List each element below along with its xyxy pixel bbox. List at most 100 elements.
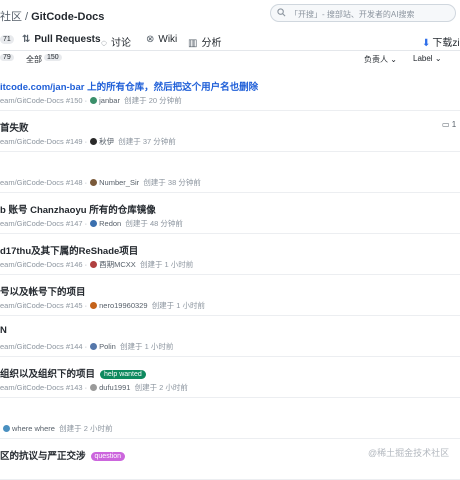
- issue-title[interactable]: d17thu及其下属的ReShade项目: [0, 243, 138, 257]
- issue-row[interactable]: 组织以及组织下的项目 help wanted eam/GitCode-Docs #1…: [0, 357, 460, 398]
- issue-created-time: 创建于 48 分钟前: [125, 219, 183, 228]
- filter-bar: 79 全部 150 负责人 ⌄ Label ⌄: [0, 52, 460, 68]
- tab-pull-requests-label: Pull Requests: [34, 34, 101, 45]
- issue-created-time: 创建于 2 小时前: [59, 424, 113, 433]
- issue-author[interactable]: 酉期MCXX: [99, 260, 136, 269]
- issue-title-text[interactable]: 区的抗议与严正交涉: [0, 451, 86, 462]
- issue-title-text[interactable]: N: [0, 325, 7, 336]
- issue-title[interactable]: itcode.com/jan-bar 上的所有仓库，然后把这个用户名也删除: [0, 79, 258, 93]
- issue-meta: eam/GitCode-Docs #148 · Number_Sir 创建于 38…: [0, 177, 201, 188]
- avatar: [90, 302, 98, 309]
- issue-meta: eam/GitCode-Docs #147 · Redon 创建于 48 分钟前: [0, 218, 183, 229]
- chevron-down-icon: ⌄: [434, 54, 442, 63]
- filter-all[interactable]: 全部: [26, 54, 42, 65]
- issue-ref: eam/GitCode-Docs #148 ·: [0, 178, 88, 187]
- issue-created-time: 创建于 20 分钟前: [124, 96, 182, 105]
- issue-ref: eam/GitCode-Docs #145 ·: [0, 301, 88, 310]
- avatar: [90, 179, 98, 186]
- label-dropdown[interactable]: Label ⌄: [413, 54, 442, 63]
- issue-meta: eam/GitCode-Docs #150 · janbar 创建于 20 分钟前: [0, 95, 182, 106]
- chevron-down-icon: ⌄: [390, 55, 397, 64]
- issue-title-text[interactable]: b 账号 Chanzhaoyu 所有的仓库镜像: [0, 205, 156, 216]
- issue-title-text[interactable]: 组织以及组织下的项目: [0, 369, 95, 380]
- issue-row[interactable]: 首失败 eam/GitCode-Docs #149 · 秋伊 创建于 37 分钟前 ▭…: [0, 111, 460, 152]
- issue-row[interactable]: d17thu及其下属的ReShade项目 eam/GitCode-Docs #14…: [0, 234, 460, 275]
- issue-title-text[interactable]: itcode.com/jan-bar 上的所有仓库，然后把这个用户名也删除: [0, 82, 258, 93]
- breadcrumb-org[interactable]: 社区: [0, 11, 22, 23]
- issue-row[interactable]: b 账号 Chanzhaoyu 所有的仓库镜像 eam/GitCode-Docs …: [0, 193, 460, 234]
- breadcrumb-repo[interactable]: GitCode-Docs: [31, 11, 104, 23]
- issue-row[interactable]: where where 创建于 2 小时前: [0, 398, 460, 439]
- issue-label-badge[interactable]: help wanted: [100, 370, 146, 379]
- issue-author[interactable]: nero19960329: [99, 301, 147, 310]
- tab-discussions-label: 讨论: [110, 38, 131, 49]
- tab-wiki-label: Wiki: [158, 34, 178, 45]
- repo-tabs: 71 ⇅ Pull Requests ◌ 讨论 ⊗ Wiki ▥ 分析: [0, 30, 460, 51]
- issue-meta: eam/GitCode-Docs #149 · 秋伊 创建于 37 分钟前: [0, 136, 176, 147]
- top-bar: 社区 / GitCode-Docs 「开搜」- 搜部站、开发者的AI搜索: [0, 0, 460, 28]
- issue-title-text[interactable]: d17thu及其下属的ReShade项目: [0, 246, 138, 257]
- download-icon: ⬇: [422, 38, 431, 49]
- pull-request-icon: ⇅: [22, 34, 31, 45]
- comment-count[interactable]: ▭ 1: [442, 120, 456, 129]
- avatar: [90, 220, 98, 227]
- tab-wiki[interactable]: ⊗ Wiki: [146, 34, 177, 45]
- issue-ref: eam/GitCode-Docs #150 ·: [0, 96, 88, 105]
- issue-author[interactable]: janbar: [99, 96, 120, 105]
- issue-row[interactable]: itcode.com/jan-bar 上的所有仓库，然后把这个用户名也删除 eam…: [0, 70, 460, 111]
- issue-row[interactable]: Neam/GitCode-Docs #144 · Polin 创建于 1 小时前: [0, 316, 460, 357]
- issue-author[interactable]: dufu1991: [99, 383, 130, 392]
- issue-author[interactable]: Redon: [99, 219, 121, 228]
- avatar: [3, 425, 10, 432]
- issue-author[interactable]: 秋伊: [99, 137, 114, 146]
- breadcrumb: 社区 / GitCode-Docs: [0, 8, 104, 24]
- tab-analytics[interactable]: ▥ 分析: [188, 34, 221, 49]
- issue-created-time: 创建于 2 小时前: [134, 383, 188, 392]
- issue-meta: eam/GitCode-Docs #143 · dufu1991 创建于 2 小时…: [0, 382, 188, 393]
- avatar: [90, 343, 98, 350]
- download-zip-button[interactable]: ⬇下载zip: [422, 34, 460, 49]
- issue-title-text[interactable]: 号以及帐号下的项目: [0, 287, 86, 298]
- issue-title[interactable]: N: [0, 325, 7, 336]
- avatar: [90, 97, 98, 104]
- issue-meta: eam/GitCode-Docs #145 · nero19960329 创建于 …: [0, 300, 205, 311]
- avatar: [90, 138, 98, 145]
- issue-row[interactable]: 号以及帐号下的项目 eam/GitCode-Docs #145 · nero1996…: [0, 275, 460, 316]
- issue-ref: eam/GitCode-Docs #147 ·: [0, 219, 88, 228]
- issue-ref: eam/GitCode-Docs #144 ·: [0, 342, 88, 351]
- label-filter-label: Label: [413, 54, 433, 63]
- tab-issues-count: 71: [0, 35, 14, 44]
- issue-author[interactable]: Number_Sir: [99, 178, 139, 187]
- search-placeholder: 「开搜」- 搜部站、开发者的AI搜索: [290, 10, 415, 19]
- wiki-icon: ⊗: [146, 34, 155, 45]
- closed-count[interactable]: 79: [0, 54, 14, 61]
- issue-ref: eam/GitCode-Docs #146 ·: [0, 260, 88, 269]
- download-zip-label: 下载zip: [432, 38, 460, 49]
- avatar: [90, 261, 98, 268]
- issue-title[interactable]: 号以及帐号下的项目: [0, 284, 86, 298]
- issue-title[interactable]: 首失败: [0, 120, 29, 134]
- issue-created-time: 创建于 1 小时前: [151, 301, 206, 310]
- chart-icon: ▥: [188, 38, 198, 49]
- assignee-dropdown[interactable]: 负责人 ⌄: [364, 54, 397, 65]
- issue-title[interactable]: b 账号 Chanzhaoyu 所有的仓库镜像: [0, 202, 156, 216]
- issue-created-time: 创建于 1 小时前: [119, 342, 174, 351]
- breadcrumb-separator: /: [25, 11, 29, 23]
- issue-title[interactable]: 组织以及组织下的项目 help wanted: [0, 366, 146, 380]
- issue-author[interactable]: where where: [12, 424, 55, 433]
- search-icon: [277, 8, 286, 19]
- issue-author[interactable]: Polin: [99, 342, 116, 351]
- issue-meta: eam/GitCode-Docs #144 · Polin 创建于 1 小时前: [0, 341, 173, 352]
- avatar: [90, 384, 98, 391]
- issue-row[interactable]: eam/GitCode-Docs #148 · Number_Sir 创建于 38…: [0, 152, 460, 193]
- tab-pull-requests[interactable]: ⇅ Pull Requests: [22, 34, 101, 45]
- watermark-text: @稀土掘金技术社区: [368, 448, 450, 458]
- issue-title-text[interactable]: 首失败: [0, 123, 29, 134]
- issue-created-time: 创建于 38 分钟前: [143, 178, 201, 187]
- tab-discussions[interactable]: ◌ 讨论: [101, 34, 131, 49]
- issue-meta: eam/GitCode-Docs #146 · 酉期MCXX 创建于 1 小时前: [0, 259, 193, 270]
- filter-all-count: 150: [44, 54, 62, 61]
- issue-created-time: 创建于 1 小时前: [139, 260, 194, 269]
- issue-ref: eam/GitCode-Docs #149 ·: [0, 137, 88, 146]
- search-input[interactable]: 「开搜」- 搜部站、开发者的AI搜索: [270, 4, 456, 22]
